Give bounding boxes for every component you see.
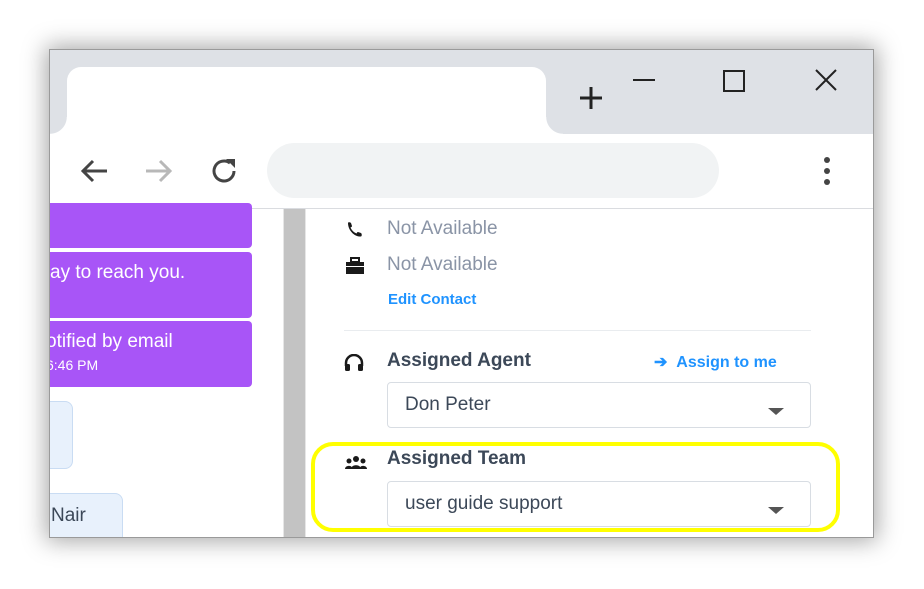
active-tab[interactable] bbox=[50, 67, 563, 134]
contact-name-text: Nair bbox=[51, 505, 86, 526]
chat-message bbox=[50, 203, 252, 248]
assign-to-me-link[interactable]: ➔ Assign to me bbox=[654, 352, 777, 372]
browser-toolbar bbox=[50, 134, 873, 209]
minimize-icon[interactable] bbox=[626, 63, 662, 99]
agent-select-value: Don Peter bbox=[405, 394, 491, 415]
back-icon[interactable] bbox=[77, 153, 113, 189]
assign-to-me-label: Assign to me bbox=[676, 354, 777, 371]
assigned-agent-title: Assigned Agent bbox=[387, 350, 531, 371]
highlight-annotation bbox=[311, 442, 840, 532]
page-content: ay to reach you. otified by email 6:46 P… bbox=[50, 203, 873, 537]
contact-sidebar: Not Available Not Available Edit Contact… bbox=[307, 209, 873, 537]
agent-select[interactable]: Don Peter bbox=[387, 382, 811, 428]
chat-message-text: otified by email bbox=[50, 331, 173, 352]
panel-divider[interactable] bbox=[283, 209, 306, 537]
company-value: Not Available bbox=[387, 254, 498, 275]
new-tab-icon[interactable] bbox=[576, 83, 606, 113]
chat-message bbox=[50, 401, 73, 469]
kebab-menu-icon[interactable] bbox=[812, 153, 842, 189]
address-bar[interactable] bbox=[267, 143, 719, 198]
edit-contact-link[interactable]: Edit Contact bbox=[388, 291, 476, 308]
chat-panel: ay to reach you. otified by email 6:46 P… bbox=[50, 203, 283, 537]
browser-window: ay to reach you. otified by email 6:46 P… bbox=[49, 49, 874, 538]
reload-icon[interactable] bbox=[206, 153, 242, 189]
phone-value: Not Available bbox=[387, 218, 498, 239]
chat-message: ay to reach you. bbox=[50, 252, 252, 318]
chat-message-text: ay to reach you. bbox=[50, 262, 186, 283]
chevron-down-icon bbox=[768, 408, 784, 415]
close-icon[interactable] bbox=[808, 63, 844, 99]
maximize-icon[interactable] bbox=[716, 63, 752, 99]
briefcase-icon bbox=[346, 257, 364, 274]
contact-name-bubble: Nair bbox=[50, 493, 123, 537]
tab-strip bbox=[50, 50, 873, 134]
phone-icon bbox=[348, 222, 362, 237]
chat-message-time: 6:46 PM bbox=[50, 357, 99, 373]
headphones-icon bbox=[344, 354, 364, 371]
divider bbox=[344, 330, 811, 331]
arrow-right-icon: ➔ bbox=[654, 354, 668, 371]
chat-message: otified by email 6:46 PM bbox=[50, 321, 252, 387]
forward-icon[interactable] bbox=[140, 153, 176, 189]
